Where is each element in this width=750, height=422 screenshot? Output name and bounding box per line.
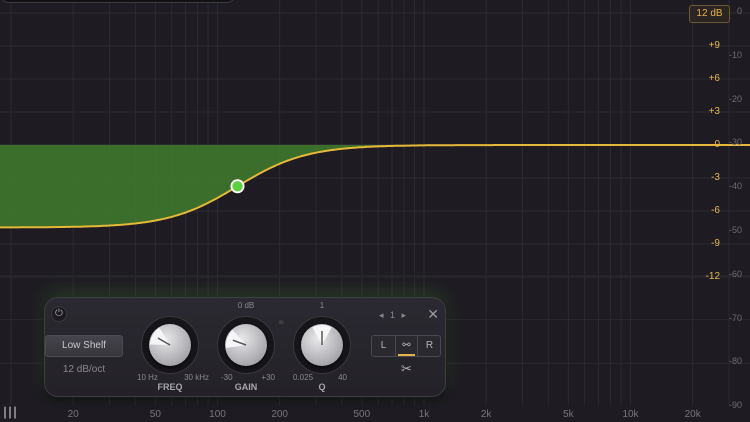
analyzer-scale-label: -20 bbox=[728, 93, 742, 104]
stereo-left-button[interactable]: L bbox=[372, 336, 395, 356]
analyzer-scale-label: -60 bbox=[728, 268, 742, 279]
analyzer-scale-label: -10 bbox=[728, 49, 742, 60]
q-knob-group: 1 0.025 40 Q bbox=[289, 301, 355, 396]
freq-scale-label: 5k bbox=[563, 409, 574, 420]
freq-knob-group: 10 Hz 30 kHz FREQ bbox=[137, 314, 209, 396]
freq-scale-label: 500 bbox=[353, 409, 371, 420]
gain-scale-label: -12 bbox=[705, 271, 720, 282]
freq-scale-label: 20k bbox=[684, 409, 701, 420]
q-center-label: 1 bbox=[319, 301, 325, 310]
gain-scale-label: -9 bbox=[711, 238, 720, 249]
analyzer-scale-label: -70 bbox=[728, 312, 742, 323]
knob-indicator bbox=[226, 329, 246, 349]
power-icon[interactable]: ⏻ bbox=[51, 306, 67, 322]
band-nav[interactable]: ◂ 1 ▸ bbox=[379, 310, 408, 321]
freq-scale-label: 50 bbox=[149, 409, 161, 420]
freq-label: FREQ bbox=[157, 382, 183, 392]
slope-label[interactable]: 12 dB/oct bbox=[45, 364, 123, 375]
gain-label: GAIN bbox=[234, 382, 258, 392]
analyzer-scale-label: 0 bbox=[736, 6, 742, 16]
q-label: Q bbox=[318, 382, 326, 392]
link-icon[interactable]: ⚭ bbox=[277, 318, 285, 329]
stereo-right-button[interactable]: R bbox=[418, 336, 441, 356]
piano-roll-icon[interactable]: ┃┃┃ bbox=[2, 408, 18, 419]
freq-scale-label: 20 bbox=[67, 409, 79, 420]
analyzer-scale-label: -30 bbox=[728, 137, 742, 148]
gain-scale-label: 0 bbox=[714, 139, 720, 150]
gain-scale-label: +6 bbox=[708, 73, 720, 84]
analyzer-scale-label: -40 bbox=[728, 181, 742, 192]
freq-knob[interactable] bbox=[149, 324, 191, 366]
freq-scale-label: 1k bbox=[418, 409, 430, 420]
band-panel: ⏻ ✕ Low Shelf 12 dB/oct 10 Hz 30 kHz FRE… bbox=[44, 297, 446, 397]
analyzer-scale-label: -90 bbox=[728, 400, 742, 411]
freq-scale-label: 10k bbox=[622, 409, 639, 420]
gain-scale-label: +9 bbox=[708, 40, 720, 51]
freq-scale-label: 200 bbox=[271, 409, 288, 420]
gain-knob[interactable] bbox=[225, 324, 267, 366]
q-knob[interactable] bbox=[301, 324, 343, 366]
close-icon[interactable]: ✕ bbox=[427, 306, 439, 323]
top-tab bbox=[0, 0, 236, 3]
gain-scale-label: -3 bbox=[711, 172, 720, 183]
gain-scale-label: -6 bbox=[711, 205, 720, 216]
scissors-icon[interactable]: ✂ bbox=[401, 361, 412, 377]
stereo-placement: L ⚯ R bbox=[371, 335, 441, 357]
analyzer-scale-label: -80 bbox=[728, 356, 742, 367]
freq-scale-label: 100 bbox=[209, 409, 226, 420]
stereo-link-icon[interactable]: ⚯ bbox=[395, 336, 418, 356]
gain-knob-group: 0 dB -30 +30 GAIN bbox=[213, 301, 279, 396]
filter-shape-button[interactable]: Low Shelf bbox=[45, 335, 123, 357]
analyzer-scale-label: -50 bbox=[728, 225, 742, 235]
freq-scale-label: 2k bbox=[480, 409, 492, 420]
gain-scale-label: +3 bbox=[708, 106, 720, 117]
band-node[interactable] bbox=[232, 181, 243, 192]
gain-center-label: 0 dB bbox=[237, 301, 255, 310]
